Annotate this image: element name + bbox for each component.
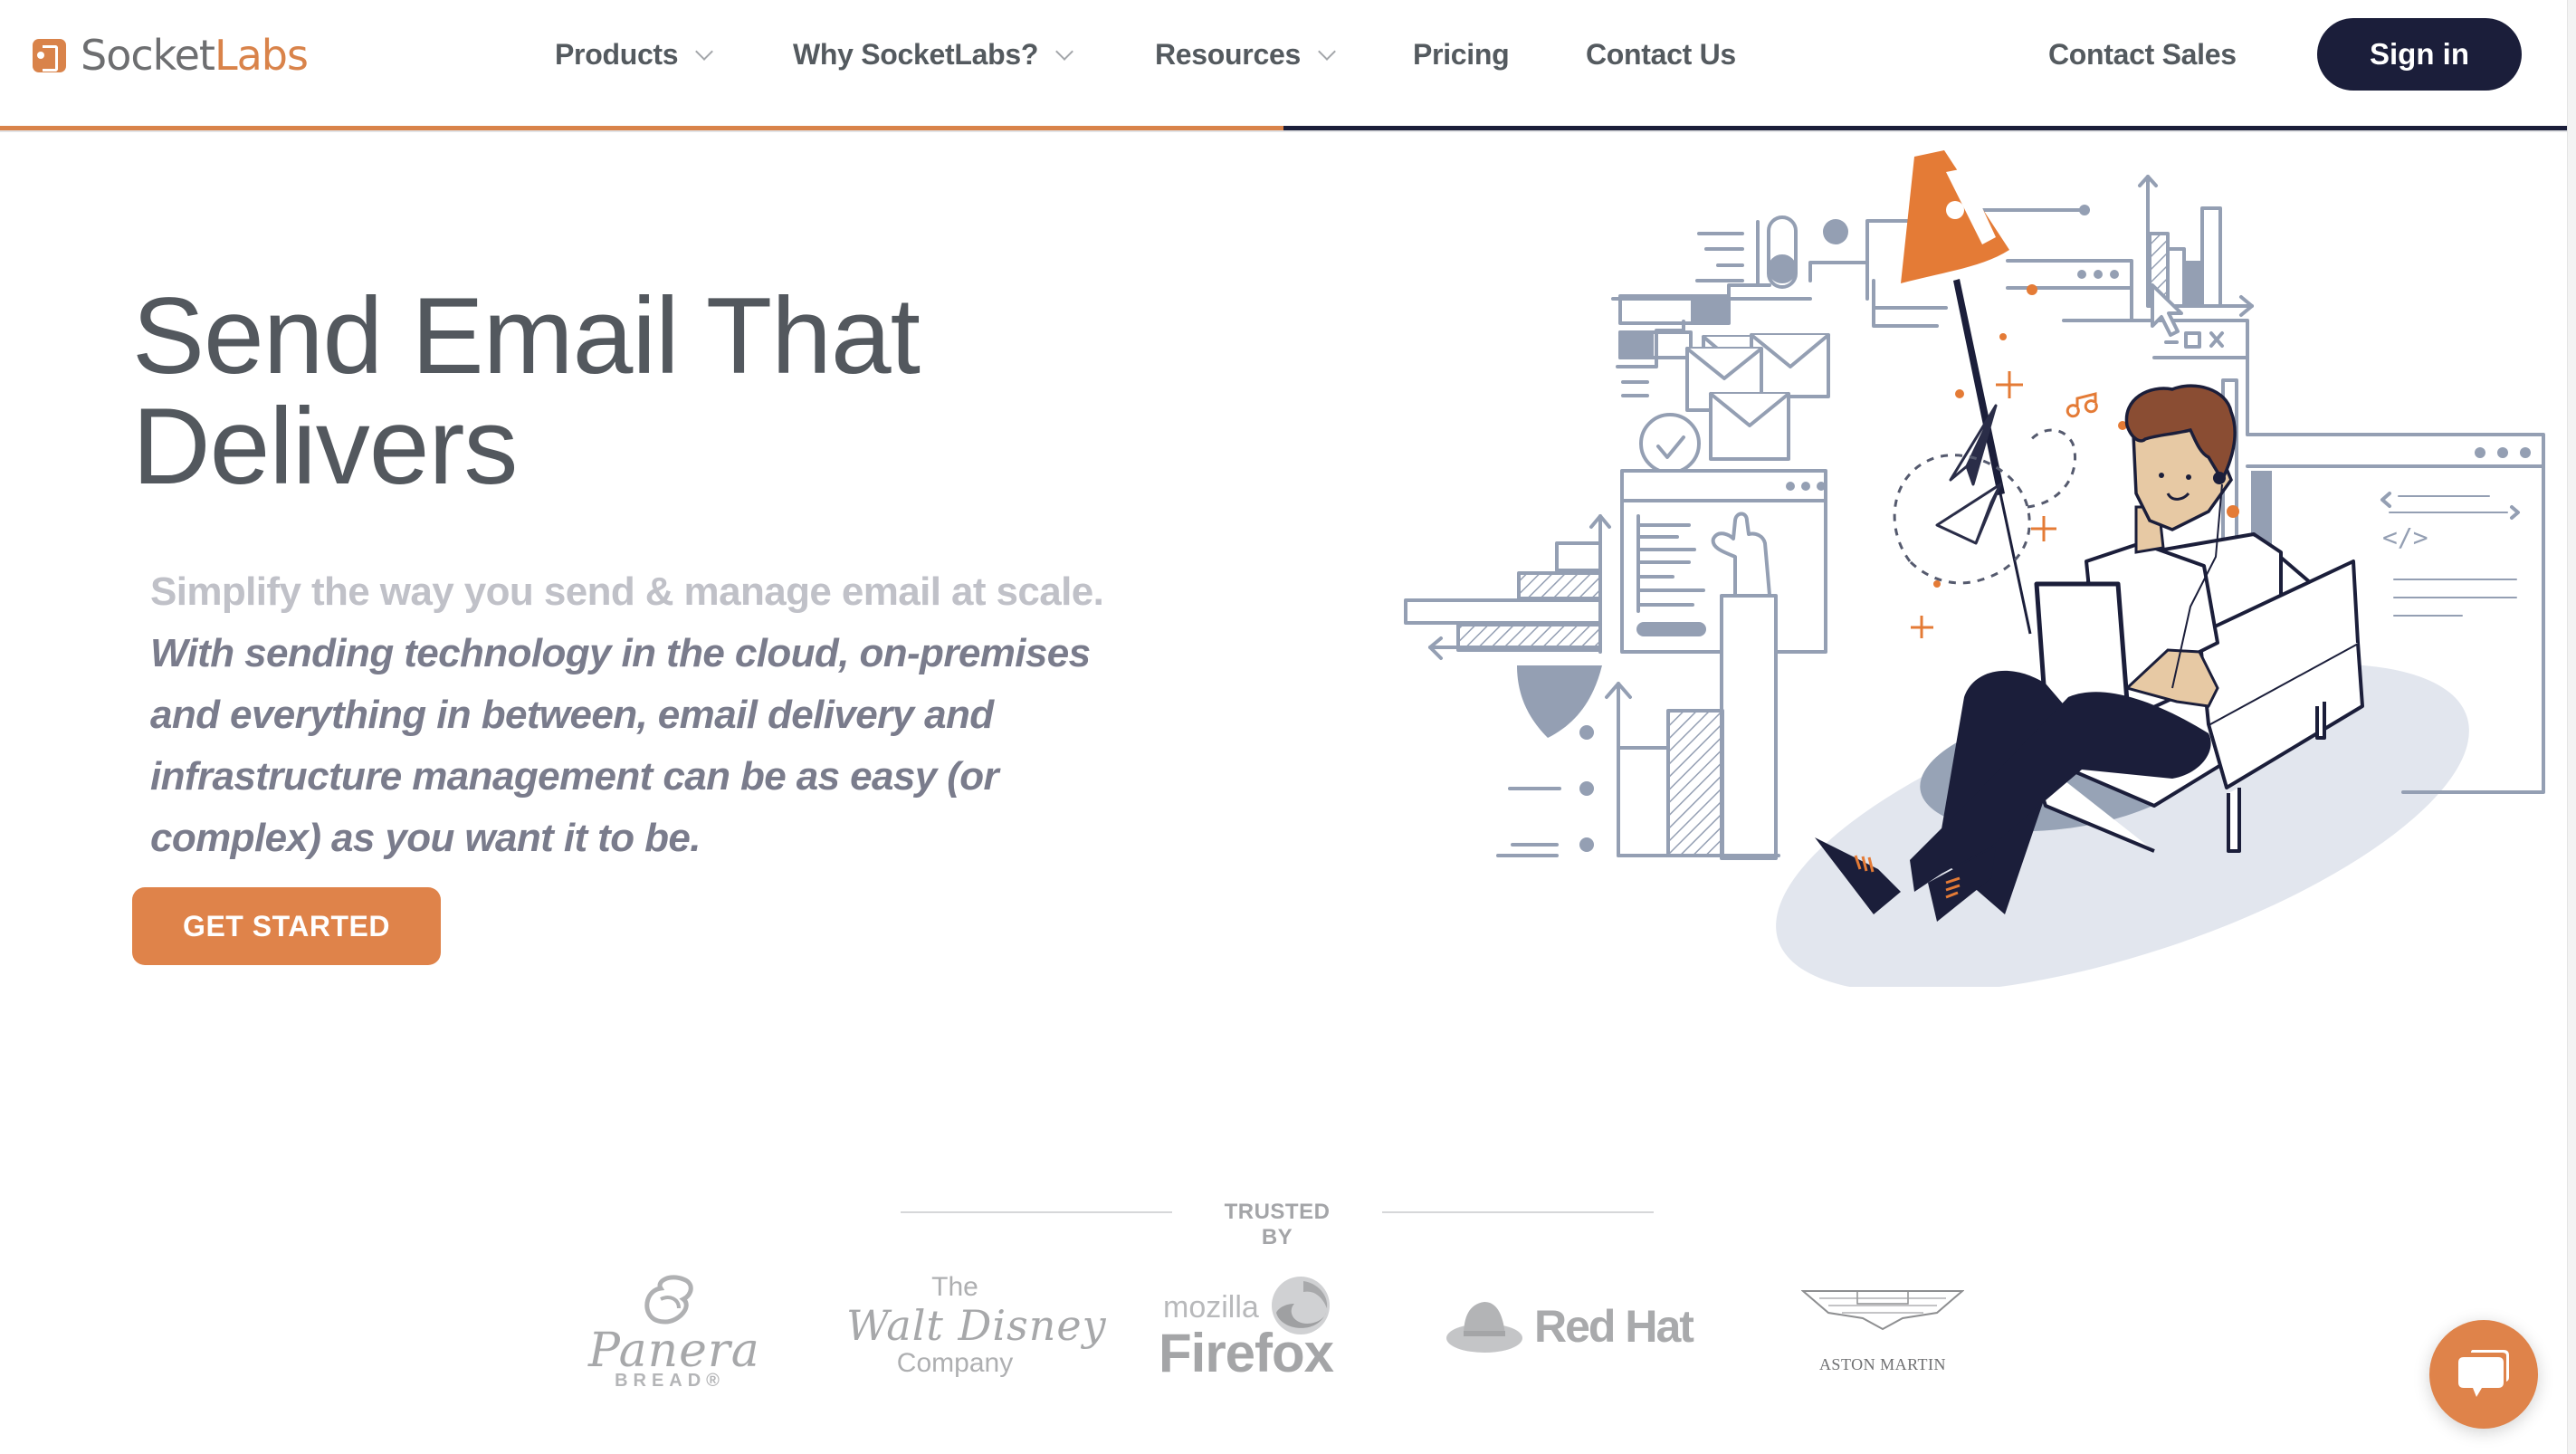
red-hat-wordmark: Red Hat — [1534, 1301, 1694, 1352]
nav-resources-label: Resources — [1155, 37, 1301, 71]
envelopes — [1685, 333, 1830, 461]
nav-pricing[interactable]: Pricing — [1413, 34, 1510, 74]
aston-martin-wordmark: ASTON MARTIN — [1818, 1355, 1947, 1373]
headline-line-1: Send Email That — [132, 275, 921, 397]
nav-why-socketlabs[interactable]: Why SocketLabs? — [793, 34, 1074, 74]
chat-bubbles-icon — [2458, 1350, 2509, 1397]
firefox-text: Firefox — [1159, 1323, 1334, 1383]
hero-illustration: </> — [1404, 150, 2545, 987]
mozilla-text: mozilla — [1163, 1290, 1259, 1325]
contact-sales-label: Contact Sales — [2048, 37, 2237, 71]
hero-body-line: complex) as you want it to be. — [150, 816, 701, 860]
red-hat-icon — [1446, 1302, 1522, 1353]
sign-in-button[interactable]: Sign in — [2317, 18, 2522, 91]
contact-sales-link[interactable]: Contact Sales — [2048, 34, 2237, 74]
logo-wordmark: SocketLabs — [81, 31, 309, 80]
disney-the: The — [931, 1272, 978, 1302]
hero-body-line: infrastructure management can be as easy… — [150, 754, 999, 799]
disney-company: Company — [896, 1348, 1014, 1378]
nav-resources[interactable]: Resources — [1155, 34, 1336, 74]
socketlabs-logo-icon — [33, 38, 66, 72]
panera-emblem-icon — [644, 1275, 693, 1325]
nav-why-socketlabs-label: Why SocketLabs? — [793, 37, 1039, 71]
nav-products[interactable]: Products — [555, 34, 714, 74]
get-started-button[interactable]: GET STARTED — [132, 887, 441, 965]
trusted-divider-right — [1382, 1211, 1654, 1213]
nav-contact-us-label: Contact Us — [1586, 37, 1736, 71]
logo-aston-martin: ASTON MARTIN — [1797, 1286, 1969, 1374]
lamp — [1901, 150, 2032, 635]
hero-headline: Send Email That Delivers — [132, 281, 1173, 502]
hero-body-line: With sending technology in the cloud, on… — [150, 631, 1091, 675]
trusted-by-label: TRUSTED BY — [1224, 1200, 1331, 1249]
header-divider — [0, 130, 2567, 132]
nav-pricing-label: Pricing — [1413, 37, 1510, 71]
chat-launcher-button[interactable] — [2429, 1320, 2538, 1429]
headline-line-2: Delivers — [132, 386, 518, 507]
disney-wordmark: Walt Disney — [846, 1301, 1107, 1350]
logo-panera-bread: Panera BREAD® — [588, 1272, 760, 1392]
logo-red-hat: Red Hat — [1444, 1295, 1697, 1358]
page-scrollbar[interactable] — [2567, 0, 2576, 1454]
chevron-down-icon — [1055, 43, 1074, 61]
code-tag-text: </> — [2382, 522, 2428, 552]
chevron-down-icon — [1318, 43, 1336, 61]
hero-lead: Simplify the way you send & manage email… — [150, 569, 1104, 614]
nav-products-label: Products — [555, 37, 679, 71]
logo-walt-disney: The Walt Disney Company — [846, 1272, 1107, 1379]
panera-wordmark: Panera — [588, 1324, 760, 1378]
chevron-down-icon — [695, 43, 714, 61]
paper-planes — [1935, 404, 2002, 545]
aston-martin-wings-icon — [1800, 1290, 1965, 1331]
trusted-divider-left — [901, 1211, 1172, 1213]
socketlabs-logo[interactable]: SocketLabs — [33, 31, 309, 80]
hero-subtext: Simplify the way you send & manage email… — [150, 561, 1191, 869]
nav-contact-us[interactable]: Contact Us — [1586, 34, 1736, 74]
site-header: SocketLabs Products Why SocketLabs? Reso… — [0, 0, 2567, 127]
hero-body-line: and everything in between, email deliver… — [150, 693, 994, 737]
